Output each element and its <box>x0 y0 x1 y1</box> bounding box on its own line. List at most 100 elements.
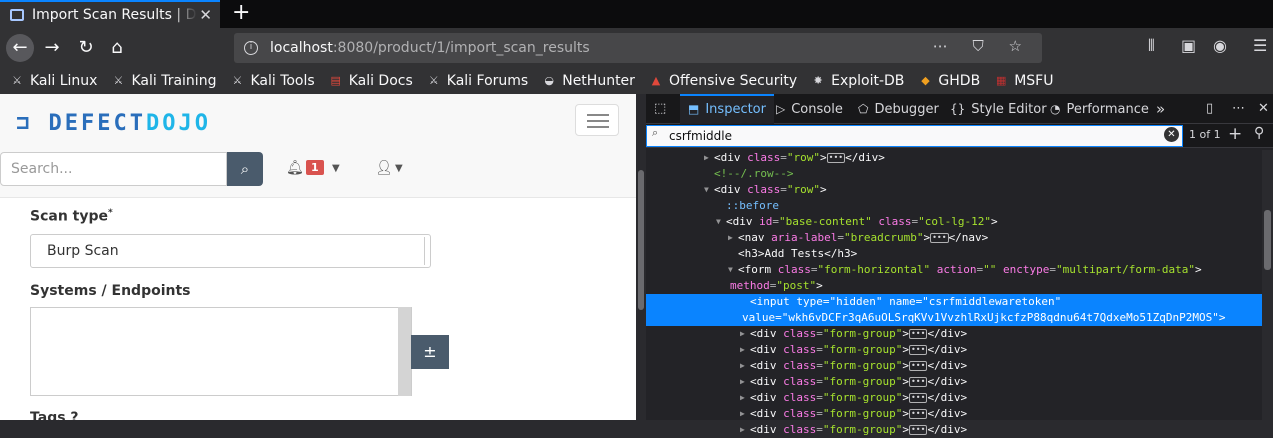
eyedropper-icon[interactable]: ⚲ <box>1254 125 1264 141</box>
page-scrollbar-thumb[interactable] <box>638 170 644 310</box>
collapsed-content-icon: ••• <box>930 233 949 243</box>
bookmark-label: NetHunter <box>562 73 635 89</box>
markup-node[interactable]: ▶ <div class="row"> ••• </div> <box>646 150 1262 166</box>
account-icon[interactable]: ◉ <box>1213 36 1227 55</box>
page-actions-icons[interactable]: ⋯ ⛉ ☆ <box>933 37 1032 55</box>
home-button[interactable]: ⌂ <box>103 34 131 62</box>
markup-node[interactable]: ▶ <div class="form-group"> ••• </div> <box>646 374 1262 390</box>
markup-scrollbar-thumb[interactable] <box>1264 210 1271 270</box>
markup-node[interactable]: ::before <box>646 198 1262 214</box>
markup-node[interactable]: ▶ <div class="form-group"> ••• </div> <box>646 390 1262 406</box>
chevron-down-icon[interactable]: ▼ <box>395 163 403 174</box>
markup-node[interactable]: ▶ <div class="form-group"> ••• </div> <box>646 422 1262 438</box>
markup-node[interactable]: method="post"> <box>646 278 1262 294</box>
kali-dragon-icon: ⚔ <box>232 74 243 87</box>
overflow-menu-icon[interactable]: ⋯ <box>1232 94 1245 124</box>
select-arrow-icon <box>424 237 428 265</box>
search-button[interactable]: ⌕ <box>227 152 263 186</box>
menu-icon[interactable]: ☰ <box>1253 36 1267 55</box>
sidebar-icon[interactable]: ▣ <box>1181 36 1196 55</box>
dock-icon[interactable]: ▯ <box>1206 94 1213 124</box>
tab-strip: Import Scan Results | DefectDojo ✕ + <box>0 0 1273 28</box>
search-input[interactable]: Search... <box>0 152 227 186</box>
bookmark-item[interactable]: ⚔ Kali Training <box>111 73 217 89</box>
markup-node[interactable]: <h3>Add Tests</h3> <box>646 246 1262 262</box>
selected-markup-node[interactable]: <input type="hidden" name="csrfmiddlewar… <box>646 294 1262 326</box>
kali-dragon-icon: ⚔ <box>428 74 439 87</box>
markup-node[interactable]: ▶ <div class="form-group"> ••• </div> <box>646 342 1262 358</box>
inspector-search-input[interactable]: csrfmiddle <box>646 125 1183 147</box>
debugger-icon: ⬠ <box>858 102 869 116</box>
navigation-toolbar: ← → ↻ ⌂ i localhost:8080/product/1/impor… <box>0 28 1273 68</box>
bookmark-item[interactable]: ▲ Offensive Security <box>649 73 797 89</box>
collapsed-twisty-icon: ▶ <box>740 377 745 386</box>
browser-tab-active[interactable]: Import Scan Results | DefectDojo ✕ <box>0 0 220 28</box>
bookmark-item[interactable]: ⚔ Kali Forums <box>427 73 528 89</box>
gauge-icon: ◔ <box>1050 102 1061 116</box>
reload-button[interactable]: ↻ <box>72 34 100 62</box>
user-icon[interactable]: 👤︎ <box>375 160 393 176</box>
bookmark-item[interactable]: ▦ MSFU <box>994 73 1053 89</box>
web-page: ⊐ DEFECTDOJO Search... ⌕ 🔔︎ 1 ▼ 👤︎ ▼ Sca… <box>0 94 636 420</box>
defectdojo-logo[interactable]: ⊐ DEFECTDOJO <box>16 111 211 136</box>
back-button[interactable]: ← <box>6 34 34 62</box>
add-endpoint-button[interactable]: ± <box>411 335 449 369</box>
site-info-icon[interactable]: i <box>244 41 258 55</box>
more-tabs-icon[interactable]: » <box>1156 94 1165 124</box>
home-icon: ⌂ <box>111 37 123 58</box>
close-tab-icon[interactable]: ✕ <box>199 6 212 24</box>
clear-search-icon[interactable]: ✕ <box>1164 127 1179 142</box>
bookmark-label: MSFU <box>1014 73 1054 89</box>
bookmark-item[interactable]: ◒ NetHunter <box>542 73 635 89</box>
collapsed-content-icon: ••• <box>908 409 928 419</box>
search-match-count: 1 of 1 <box>1189 128 1221 141</box>
nethunter-icon: ◒ <box>544 74 555 87</box>
collapsed-twisty-icon: ▶ <box>740 425 745 434</box>
offsec-icon: ▲ <box>651 74 661 87</box>
arrow-left-icon: ← <box>12 37 28 58</box>
markup-node[interactable]: ▼ <form class="form-horizontal" action=""… <box>646 262 1262 278</box>
tab-inspector[interactable]: ⬒ Inspector <box>680 94 774 124</box>
collapsed-twisty-icon: ▶ <box>740 329 745 338</box>
help-icon[interactable]: ? <box>70 410 78 420</box>
markup-node[interactable]: ▼ <div class="row"> <box>646 182 1262 198</box>
bookmark-item[interactable]: ⚔ Kali Linux <box>10 73 97 89</box>
expanded-twisty-icon: ▼ <box>704 185 709 194</box>
braces-icon: {} <box>950 102 966 116</box>
endpoints-listbox[interactable] <box>30 307 412 396</box>
bookmark-item[interactable]: ◆ GHDB <box>918 73 980 89</box>
chevron-down-icon[interactable]: ▼ <box>332 163 340 174</box>
markup-node[interactable]: <!--/.row--> <box>646 166 1262 182</box>
markup-node[interactable]: ▶ <nav aria-label="breadcrumb"> ••• </nav> <box>646 230 1262 246</box>
add-node-icon[interactable]: + <box>1228 124 1242 144</box>
tab-style-editor[interactable]: {} Style Editor <box>950 94 1047 124</box>
bookmark-label: Kali Linux <box>30 73 98 89</box>
markup-node[interactable]: ▶ <div class="form-group"> ••• </div> <box>646 326 1262 342</box>
library-icon[interactable]: ⫴ <box>1148 36 1155 56</box>
collapsed-content-icon: ••• <box>908 393 928 403</box>
markup-node[interactable]: ▼ <div id="base-content" class="col-lg-12… <box>646 214 1262 230</box>
defectdojo-favicon-icon <box>10 9 24 21</box>
new-tab-button[interactable]: + <box>232 0 250 26</box>
kali-docs-icon: ▤ <box>330 74 341 87</box>
close-devtools-icon[interactable]: ✕ <box>1258 94 1269 124</box>
tab-debugger[interactable]: ⬠ Debugger <box>858 94 939 124</box>
tab-console[interactable]: ▷ Console <box>776 94 843 124</box>
scan-type-select[interactable]: Burp Scan <box>30 234 431 268</box>
forward-button[interactable]: → <box>38 34 66 62</box>
listbox-scrollbar[interactable] <box>398 307 411 396</box>
markup-scrollbar[interactable] <box>1262 150 1273 420</box>
collapsed-twisty-icon: ▶ <box>740 393 745 402</box>
bookmark-item[interactable]: ⚔ Kali Tools <box>230 73 315 89</box>
collapsed-twisty-icon: ▶ <box>704 153 709 162</box>
bell-icon[interactable]: 🔔︎ <box>286 160 304 176</box>
url-bar[interactable]: i localhost:8080/product/1/import_scan_r… <box>234 33 1042 63</box>
tab-performance[interactable]: ◔ Performance <box>1050 94 1149 124</box>
notification-badge[interactable]: 1 <box>306 160 324 175</box>
element-picker-icon[interactable]: ⬚ <box>654 94 666 124</box>
navbar-toggle-button[interactable] <box>575 104 619 136</box>
collapsed-content-icon: ••• <box>908 361 928 371</box>
bookmark-item[interactable]: ▤ Kali Docs <box>329 73 412 89</box>
bookmark-item[interactable]: ✸ Exploit-DB <box>811 73 905 89</box>
markup-node[interactable]: ▶ <div class="form-group"> ••• </div> <box>646 358 1262 374</box>
